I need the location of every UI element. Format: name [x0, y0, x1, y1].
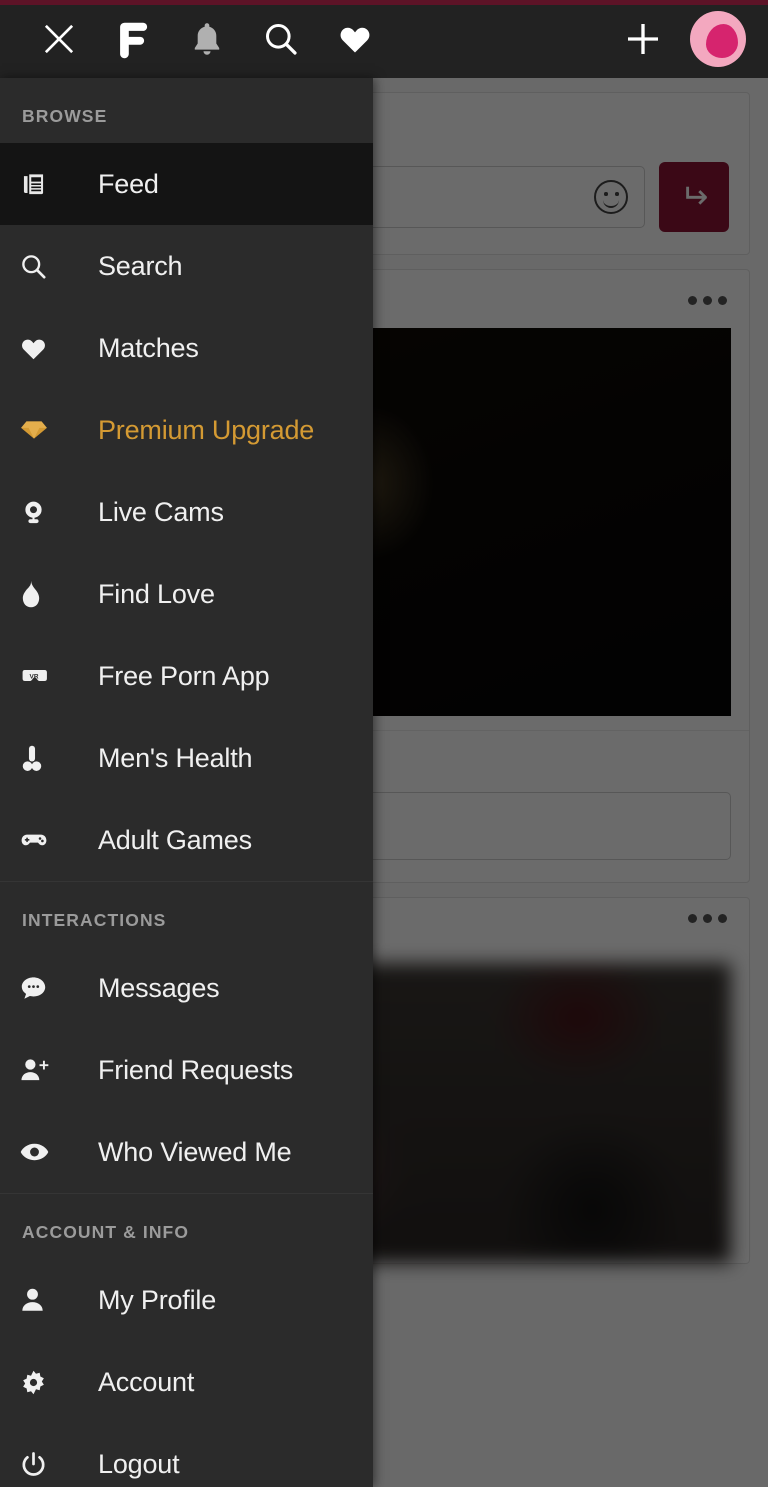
brand-logo-icon[interactable]: [96, 0, 170, 78]
sidebar-item-premium-upgrade[interactable]: Premium Upgrade: [0, 389, 373, 471]
vr-headset-icon: VR: [20, 666, 64, 686]
sidebar-item-logout[interactable]: Logout: [0, 1423, 373, 1487]
sidebar-label-free-porn-app: Free Porn App: [98, 660, 270, 691]
avatar[interactable]: [690, 11, 746, 67]
section-title-browse: BROWSE: [22, 106, 108, 126]
gamepad-icon: [20, 830, 64, 850]
sidebar-label-search: Search: [98, 250, 183, 281]
sidebar-item-my-profile[interactable]: My Profile: [0, 1259, 373, 1341]
sidebar-label-messages: Messages: [98, 972, 220, 1003]
sidebar-label-logout: Logout: [98, 1448, 180, 1479]
sidebar-label-premium-upgrade: Premium Upgrade: [98, 414, 315, 445]
sidebar-item-find-love[interactable]: Find Love: [0, 553, 373, 635]
sidebar-label-adult-games: Adult Games: [98, 824, 252, 855]
gear-icon: [20, 1369, 64, 1396]
search-icon[interactable]: [244, 0, 318, 78]
sidebar-item-account[interactable]: Account: [0, 1341, 373, 1423]
sidebar-label-friend-requests: Friend Requests: [98, 1054, 294, 1085]
app-screen: Blogpost ↵ 4277 rolex 18 ♓: [0, 0, 768, 1487]
sidebar-label-my-profile: My Profile: [98, 1284, 217, 1315]
sidebar-item-adult-games[interactable]: Adult Games: [0, 799, 373, 881]
section-title-interactions: INTERACTIONS: [22, 910, 167, 930]
sidebar-label-who-viewed-me: Who Viewed Me: [98, 1136, 292, 1167]
add-post-icon[interactable]: [606, 0, 680, 78]
gem-icon: [20, 419, 64, 441]
sidebar-item-feed[interactable]: Feed: [0, 143, 373, 225]
navigation-drawer: BROWSE Feed Search Matches Premium Upgra…: [0, 78, 373, 1487]
close-icon[interactable]: [22, 0, 96, 78]
person-add-icon: [20, 1057, 64, 1083]
notifications-bell-icon[interactable]: [170, 0, 244, 78]
favorites-heart-icon[interactable]: [318, 0, 392, 78]
flame-icon: [20, 580, 64, 608]
sidebar-label-mens-health: Men's Health: [98, 742, 253, 773]
search-icon: [20, 253, 64, 280]
health-icon: [20, 744, 64, 772]
sidebar-item-live-cams[interactable]: Live Cams: [0, 471, 373, 553]
sidebar-item-mens-health[interactable]: Men's Health: [0, 717, 373, 799]
section-title-account-info: ACCOUNT & INFO: [22, 1222, 190, 1242]
sidebar-item-free-porn-app[interactable]: VR Free Porn App: [0, 635, 373, 717]
webcam-icon: [20, 499, 64, 526]
svg-text:VR: VR: [30, 673, 39, 680]
top-app-bar: [0, 0, 768, 78]
sidebar-label-account: Account: [98, 1366, 195, 1397]
sidebar-label-matches: Matches: [98, 332, 199, 363]
sidebar-item-search[interactable]: Search: [0, 225, 373, 307]
eye-icon: [20, 1142, 64, 1162]
newspaper-icon: [20, 171, 64, 198]
sidebar-item-matches[interactable]: Matches: [0, 307, 373, 389]
sidebar-label-live-cams: Live Cams: [98, 496, 224, 527]
sidebar-item-messages[interactable]: Messages: [0, 947, 373, 1029]
power-off-icon: [20, 1451, 64, 1478]
sidebar-label-find-love: Find Love: [98, 578, 215, 609]
chat-bubble-icon: [20, 975, 64, 1001]
sidebar-item-who-viewed-me[interactable]: Who Viewed Me: [0, 1111, 373, 1193]
sidebar-item-friend-requests[interactable]: Friend Requests: [0, 1029, 373, 1111]
person-icon: [20, 1287, 64, 1313]
heart-icon: [20, 336, 64, 361]
sidebar-label-feed: Feed: [98, 168, 159, 199]
